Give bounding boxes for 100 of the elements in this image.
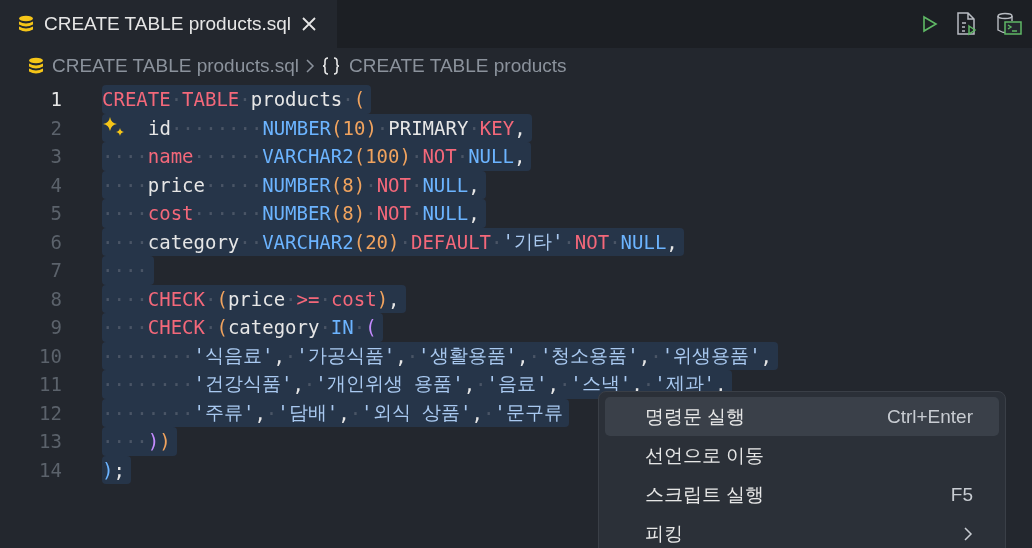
code-token: ( xyxy=(365,316,377,339)
whitespace-marker: · xyxy=(491,230,503,253)
code-token: NULL xyxy=(468,145,514,168)
string-literal: '담배' xyxy=(277,399,339,425)
run-icon[interactable] xyxy=(922,15,938,33)
code-token: ( xyxy=(353,88,366,111)
database-icon xyxy=(18,15,34,33)
code-token: 10 xyxy=(342,116,366,139)
code-token: , xyxy=(517,344,529,367)
code-token: IN xyxy=(330,316,354,339)
code-token: , xyxy=(468,173,480,196)
whitespace-marker: · xyxy=(468,116,480,139)
database-terminal-icon[interactable] xyxy=(996,12,1022,36)
whitespace-marker: ····· xyxy=(204,173,263,196)
code-token: 100 xyxy=(365,145,400,168)
string-literal: '외식 상품' xyxy=(361,399,472,425)
whitespace-marker: · xyxy=(365,202,377,225)
whitespace-marker: · xyxy=(482,401,495,424)
code-token: , xyxy=(388,287,400,310)
line-number: 13 xyxy=(38,430,62,453)
whitespace-marker: ···· xyxy=(102,230,148,253)
code-token: ) xyxy=(353,202,366,225)
code-token: NULL xyxy=(422,173,469,196)
close-icon[interactable] xyxy=(301,16,318,32)
whitespace-marker: · xyxy=(349,401,362,424)
code-token: price xyxy=(147,173,205,196)
whitespace-marker: · xyxy=(284,344,297,367)
string-literal: '개인위생 용품' xyxy=(315,371,464,397)
menu-item[interactable]: 피킹 xyxy=(605,514,999,548)
shortcut-label: Ctrl+Enter xyxy=(886,405,973,428)
breadcrumb-item[interactable]: CREATE TABLE products xyxy=(321,55,567,77)
chevron-icon xyxy=(305,58,316,74)
code-token: , xyxy=(547,373,559,396)
whitespace-marker: · xyxy=(650,344,662,367)
whitespace-marker: ········ xyxy=(102,373,194,396)
code-token: ( xyxy=(216,287,228,310)
menu-item[interactable]: 선언으로 이동 xyxy=(605,436,999,475)
whitespace-marker: · xyxy=(609,230,621,253)
code-token: , xyxy=(254,401,266,424)
code-token: , xyxy=(760,344,773,367)
whitespace-marker: · xyxy=(376,116,389,139)
string-literal: '음료' xyxy=(486,371,548,397)
whitespace-marker: · xyxy=(475,373,487,396)
code-token: NUMBER xyxy=(262,173,331,196)
braces-icon xyxy=(321,56,342,76)
breadcrumb-item[interactable]: CREATE TABLE products.sql xyxy=(28,55,300,77)
line-number: 3 xyxy=(49,145,62,168)
menu-item[interactable]: 스크립트 실행 F5 xyxy=(605,475,999,514)
code-token: VARCHAR2 xyxy=(262,145,354,168)
whitespace-marker: ···· xyxy=(102,202,148,225)
code-token: TABLE xyxy=(182,88,240,111)
code-token: PRIMARY xyxy=(388,116,469,139)
run-file-icon[interactable] xyxy=(956,12,978,36)
string-literal: '식음료' xyxy=(193,342,274,368)
string-literal: '문구류 xyxy=(494,399,563,425)
whitespace-marker: · xyxy=(642,373,655,396)
whitespace-marker: · xyxy=(353,316,366,339)
code-token: , xyxy=(338,401,350,424)
code-token: name xyxy=(147,145,194,168)
string-literal: '위생용품' xyxy=(661,342,761,368)
whitespace-marker: ···· xyxy=(102,287,148,310)
whitespace-marker: · xyxy=(456,145,469,168)
menu-item[interactable]: 명령문 실행 Ctrl+Enter xyxy=(605,397,999,436)
code-token: ) xyxy=(388,230,400,253)
code-token: NULL xyxy=(422,202,469,225)
string-literal: '제과' xyxy=(654,371,716,397)
string-literal: '스낵' xyxy=(570,371,632,397)
line-number: 5 xyxy=(49,202,62,225)
code-token: ( xyxy=(330,202,343,225)
code-token: NULL xyxy=(620,230,667,253)
editor-tab[interactable]: CREATE TABLE products.sql xyxy=(0,0,338,48)
string-literal: '기타' xyxy=(502,228,564,254)
code-token: cost xyxy=(330,287,377,310)
database-icon xyxy=(28,57,44,75)
code-token: ; xyxy=(113,458,125,481)
code-token: , xyxy=(471,401,483,424)
line-number: 6 xyxy=(49,230,62,253)
code-token: CHECK xyxy=(147,316,205,339)
string-literal: '생활용품' xyxy=(418,342,517,368)
line-number: 12 xyxy=(38,401,62,424)
code-token: products xyxy=(250,88,343,111)
whitespace-marker: · xyxy=(563,230,575,253)
code-token: NUMBER xyxy=(262,116,332,139)
whitespace-marker: · xyxy=(410,145,423,168)
whitespace-marker: · xyxy=(204,316,217,339)
whitespace-marker: · xyxy=(239,88,251,111)
whitespace-marker: ···· xyxy=(102,173,148,196)
string-literal: '청소용품' xyxy=(539,342,639,368)
code-token: 8 xyxy=(342,173,354,196)
line-number: 8 xyxy=(49,287,62,310)
line-number: 2 xyxy=(49,116,62,139)
code-token: CHECK xyxy=(147,287,205,310)
code-token: NUMBER xyxy=(262,202,331,225)
code-token: ( xyxy=(331,116,343,139)
whitespace-marker: ········ xyxy=(170,116,263,139)
line-number: 10 xyxy=(38,344,62,367)
whitespace-marker: ···· xyxy=(102,145,148,168)
code-token: ) xyxy=(365,116,377,139)
whitespace-marker: · xyxy=(170,88,183,111)
code-token: ( xyxy=(330,173,343,196)
